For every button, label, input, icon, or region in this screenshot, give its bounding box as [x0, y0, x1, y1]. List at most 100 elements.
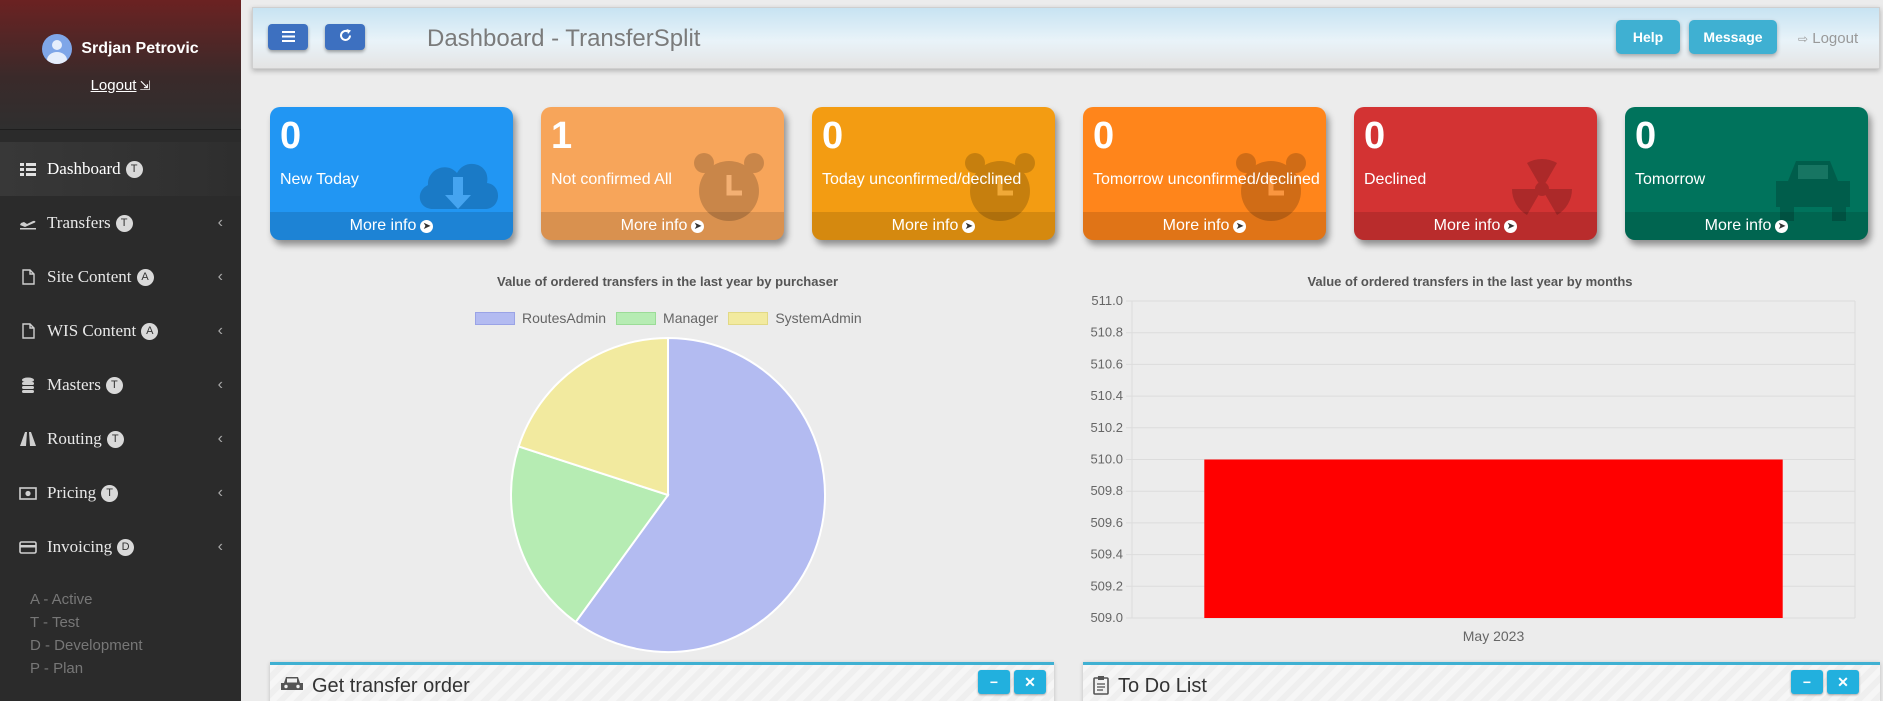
info-box-declined: 0 Declined More info ➤	[1354, 107, 1597, 240]
y-tick-label: 509.8	[1090, 483, 1123, 498]
more-info-label: More info	[1162, 217, 1230, 234]
more-info-label: More info	[349, 217, 417, 234]
box-label: Tomorrow unconfirmed/declined	[1093, 171, 1320, 188]
more-info-link[interactable]: More info ➤	[270, 212, 513, 240]
more-info-link[interactable]: More info ➤	[1354, 212, 1597, 240]
minimize-button[interactable]: −	[1791, 670, 1823, 694]
more-info-label: More info	[620, 217, 688, 234]
sidebar: Srdjan Petrovic Logout ⇲ Dashboard T Tran…	[0, 0, 241, 701]
y-tick-label: 509.6	[1090, 515, 1123, 530]
bar[interactable]	[1204, 459, 1783, 619]
sidebar-item-routing[interactable]: Routing T ‹	[0, 412, 241, 466]
info-box-new-today: 0 New Today More info ➤	[270, 107, 513, 240]
car-icon	[280, 675, 304, 699]
sidebar-item-pricing[interactable]: Pricing T ‹	[0, 466, 241, 520]
box-label: Tomorrow	[1635, 171, 1706, 188]
chevron-left-icon: ‹	[217, 484, 223, 501]
help-button[interactable]: Help	[1616, 20, 1680, 54]
chevron-left-icon: ‹	[217, 430, 223, 447]
panel-title: To Do List	[1118, 675, 1207, 697]
status-badge: T	[105, 376, 123, 394]
info-box-tomorrow: 0 Tomorrow More info ➤	[1625, 107, 1868, 240]
header-logout-label: Logout	[1812, 30, 1859, 47]
more-info-link[interactable]: More info ➤	[812, 212, 1055, 240]
y-tick-label: 510.0	[1090, 452, 1123, 467]
sign-out-icon: ⇲	[139, 78, 151, 93]
chevron-left-icon: ‹	[217, 376, 223, 393]
close-button[interactable]: ✕	[1014, 670, 1046, 694]
arrow-circle-right-icon: ➤	[691, 220, 705, 233]
message-button[interactable]: Message	[1689, 20, 1777, 54]
grid-icon	[18, 161, 38, 177]
y-tick-label: 510.6	[1090, 356, 1123, 371]
chevron-left-icon: ‹	[217, 268, 223, 285]
pie-chart-title: Value of ordered transfers in the last y…	[496, 274, 838, 289]
more-info-link[interactable]: More info ➤	[1625, 212, 1868, 240]
x-tick-label: May 2023	[1463, 628, 1525, 644]
legend-label: RoutesAdmin	[522, 310, 607, 326]
box-label: New Today	[280, 171, 359, 188]
minimize-button[interactable]: −	[978, 670, 1010, 694]
more-info-link[interactable]: More info ➤	[541, 212, 784, 240]
sidebar-logout-label: Logout	[90, 77, 137, 94]
legend-swatch	[475, 311, 515, 325]
info-box-tomorrow-unconfirmed: 0 Tomorrow unconfirmed/declined More inf…	[1083, 107, 1326, 240]
legend-swatch	[728, 311, 769, 325]
plane-icon	[18, 215, 38, 231]
sidebar-item-label: Masters	[47, 375, 101, 394]
pie-chart-legend: RoutesAdmin Manager SystemAdmin	[475, 310, 872, 326]
refresh-button[interactable]	[325, 24, 365, 50]
legend-item-systemadmin[interactable]: SystemAdmin	[728, 310, 862, 326]
box-label: Today unconfirmed/declined	[822, 171, 1022, 188]
legend-item-manager[interactable]: Manager	[616, 310, 718, 326]
top-header: Dashboard - TransferSplit Help Message ⇨…	[252, 7, 1880, 69]
arrow-circle-right-icon: ➤	[1233, 220, 1247, 233]
sidebar-item-site-content[interactable]: Site Content A ‹	[0, 250, 241, 304]
status-badge: T	[101, 484, 119, 502]
sidebar-item-label: Transfers	[47, 213, 111, 232]
sidebar-item-label: Routing	[47, 429, 102, 448]
file-icon	[18, 323, 38, 339]
legend-swatch	[616, 311, 657, 325]
y-tick-label: 509.2	[1090, 578, 1123, 593]
legend-item: P - Plan	[30, 660, 84, 677]
more-info-link[interactable]: More info ➤	[1083, 212, 1326, 240]
sidebar-item-transfers[interactable]: Transfers T ‹	[0, 196, 241, 250]
status-badge: D	[117, 538, 135, 556]
info-box-not-confirmed-all: 1 Not confirmed All More info ➤	[541, 107, 784, 240]
refresh-icon	[339, 28, 352, 46]
box-value: 0	[1093, 115, 1115, 157]
database-icon	[18, 377, 38, 393]
status-badge: T	[115, 214, 133, 232]
legend-label: Manager	[663, 310, 719, 326]
status-badge: T	[125, 160, 143, 178]
todo-list-panel: To Do List − ✕	[1083, 662, 1880, 701]
legend-item-routesadmin[interactable]: RoutesAdmin	[475, 310, 606, 326]
user-row: Srdjan Petrovic	[42, 34, 199, 64]
bar-chart: 511.0 510.8 510.6 510.4 510.2 510.0 509.8 509.6…	[1090, 293, 1856, 644]
sidebar-logout-link[interactable]: Logout ⇲	[91, 77, 151, 94]
arrow-circle-right-icon: ➤	[1504, 220, 1518, 233]
sidebar-item-invoicing[interactable]: Invoicing D ‹	[0, 520, 241, 574]
box-label: Not confirmed All	[551, 171, 672, 188]
sidebar-item-label: Invoicing	[47, 537, 113, 556]
y-tick-label: 509.0	[1090, 610, 1123, 625]
money-icon	[18, 485, 38, 501]
sidebar-item-wis-content[interactable]: WIS Content A ‹	[0, 304, 241, 358]
credit-card-icon	[18, 539, 38, 555]
user-name: Srdjan Petrovic	[81, 40, 199, 57]
sidebar-item-dashboard[interactable]: Dashboard T	[0, 142, 241, 196]
sidebar-item-masters[interactable]: Masters T ‹	[0, 358, 241, 412]
close-button[interactable]: ✕	[1827, 670, 1859, 694]
box-value: 0	[822, 115, 844, 157]
y-tick-label: 509.4	[1090, 547, 1123, 562]
more-info-label: More info	[891, 217, 959, 234]
menu-toggle-button[interactable]	[268, 24, 308, 50]
chevron-left-icon: ‹	[217, 322, 223, 339]
user-panel: Srdjan Petrovic Logout ⇲	[0, 0, 241, 130]
arrow-circle-right-icon: ➤	[962, 220, 976, 233]
header-logout-link[interactable]: ⇨ Logout	[1798, 30, 1858, 47]
chevron-left-icon: ‹	[217, 538, 223, 555]
get-transfer-order-panel: Get transfer order − ✕	[270, 662, 1054, 701]
user-avatar-icon	[42, 34, 73, 64]
